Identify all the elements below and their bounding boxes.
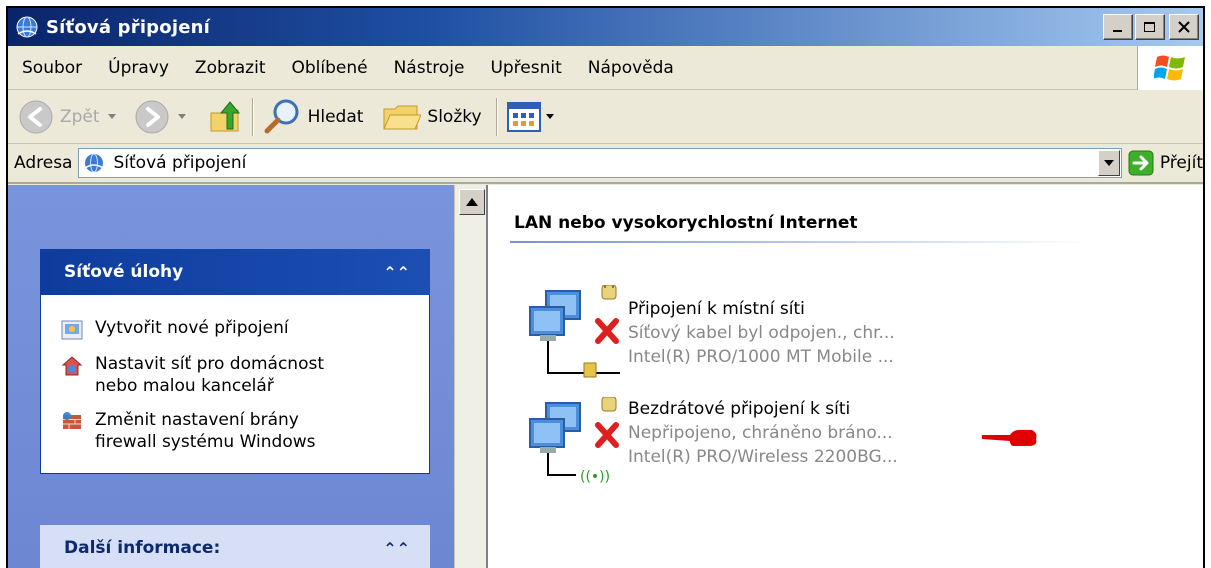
forward-arrow-icon [135,100,169,133]
more-info-panel: Další informace: ⌃⌃ [40,525,430,568]
task-line: Nastavit síť pro domácnost [95,354,325,374]
task-line: nebo malou kancelář [95,376,274,396]
menu-napoveda[interactable]: Nápověda [574,58,686,78]
more-info-header[interactable]: Další informace: ⌃⌃ [40,525,430,568]
address-dropdown-button[interactable] [1097,150,1120,176]
network-connections-icon [16,16,38,38]
go-label: Přejít [1159,153,1203,173]
task-line: firewall systému Windows [95,432,316,452]
task-firewall[interactable]: Změnit nastavení brány firewall systému … [61,409,415,453]
task-new-connection[interactable]: Vytvořit nové připojení [61,317,415,341]
connection-status: Síťový kabel byl odpojen., chr... [628,323,895,343]
home-network-icon [61,356,83,376]
connection-wireless[interactable]: ((•)) Bezdrátové připojení k síti Nepřip… [520,397,1080,507]
connection-lan[interactable]: Připojení k místní síti Síťový kabel byl… [520,285,1080,395]
search-icon [264,99,299,133]
menu-bar: Soubor Úpravy Zobrazit Oblíbené Nástroje… [8,46,1203,90]
network-connections-icon [85,153,104,173]
firewall-icon [63,412,81,429]
group-title: LAN nebo vysokorychlostní Internet [514,213,858,233]
views-dropdown-icon[interactable] [545,114,554,119]
window-title: Síťová připojení [46,16,210,38]
chevron-down-icon [1103,160,1114,166]
folders-label: Složky [427,106,482,127]
scroll-up-button[interactable] [459,189,485,215]
group-divider [510,241,1090,243]
network-tasks-body: Vytvořit nové připojení Nastavit síť pro… [40,295,430,474]
folder-up-icon [210,100,240,131]
folders-button[interactable]: Složky [381,90,482,143]
address-label: Adresa [14,153,73,173]
task-line: Vytvořit nové připojení [95,318,289,338]
menu-oblibene[interactable]: Oblíbené [277,58,379,78]
connection-details: Bezdrátové připojení k síti Nepřipojeno,… [628,397,898,469]
connection-name: Bezdrátové připojení k síti [628,399,851,419]
network-tasks-panel: Síťové úlohy ⌃⌃ Vytvořit nové připojení [40,249,430,474]
maximize-button[interactable] [1135,14,1165,40]
back-label: Zpět [60,106,100,127]
toolbar: Zpět Hledat Složky [8,90,1203,144]
wireless-connection-icon: ((•)) [529,397,619,485]
views-icon [506,101,541,132]
connection-details: Připojení k místní síti Síťový kabel byl… [628,297,895,369]
collapse-icon[interactable]: ⌃⌃ [383,263,410,282]
menu-nastroje[interactable]: Nástroje [380,58,477,78]
menu-upravy[interactable]: Úpravy [94,58,181,78]
new-connection-icon [61,320,83,340]
forward-button[interactable] [134,90,186,143]
connection-name: Připojení k místní síti [628,299,805,319]
search-label: Hledat [307,106,364,127]
go-arrow-icon [1128,150,1154,176]
minimize-button[interactable] [1103,14,1133,40]
folders-icon [383,105,422,129]
vertical-scrollbar[interactable] [454,185,488,568]
title-bar[interactable]: Síťová připojení [8,8,1203,46]
menu-soubor[interactable]: Soubor [8,58,94,78]
menu-upresnit[interactable]: Upřesnit [476,58,573,78]
lan-connection-icon [529,285,620,378]
address-field[interactable]: Síťová připojení [78,148,1122,178]
task-line: Změnit nastavení brány [95,410,299,430]
back-arrow-icon [19,100,53,133]
back-dropdown-icon[interactable] [107,114,116,119]
task-home-network[interactable]: Nastavit síť pro domácnost nebo malou ka… [61,353,415,397]
search-button[interactable]: Hledat [262,90,364,143]
connection-status: Nepřipojeno, chráněno bráno... [628,423,893,443]
go-button[interactable]: Přejít [1128,150,1203,176]
chevron-up-icon [466,198,478,206]
pointing-hand-icon [982,429,1037,446]
forward-dropdown-icon[interactable] [177,114,186,119]
address-value: Síťová připojení [113,153,247,173]
collapse-icon[interactable]: ⌃⌃ [383,539,410,558]
windows-logo-icon [1137,46,1203,90]
content-area: Síťové úlohy ⌃⌃ Vytvořit nové připojení [8,185,1203,568]
menu-zobrazit[interactable]: Zobrazit [181,58,278,78]
close-button[interactable] [1169,14,1199,40]
svg-text:((•)): ((•)) [580,469,610,485]
connections-pane: LAN nebo vysokorychlostní Internet Připo… [490,185,1203,568]
connection-device: Intel(R) PRO/1000 MT Mobile ... [628,347,894,367]
panel-title: Síťové úlohy [64,262,184,282]
close-icon [1178,21,1190,33]
back-button[interactable]: Zpět [18,90,116,143]
explorer-window: Síťová připojení Soubor Úpravy Zobrazit … [6,6,1205,568]
connection-device: Intel(R) PRO/Wireless 2200BG... [628,447,898,467]
network-tasks-header[interactable]: Síťové úlohy ⌃⌃ [40,249,430,295]
maximize-icon [1144,22,1155,32]
views-button[interactable] [506,90,554,143]
panel-title: Další informace: [64,538,221,558]
minimize-icon [1113,30,1122,32]
up-button[interactable] [208,90,244,143]
address-bar: Adresa Síťová připojení Přejít [8,144,1203,184]
